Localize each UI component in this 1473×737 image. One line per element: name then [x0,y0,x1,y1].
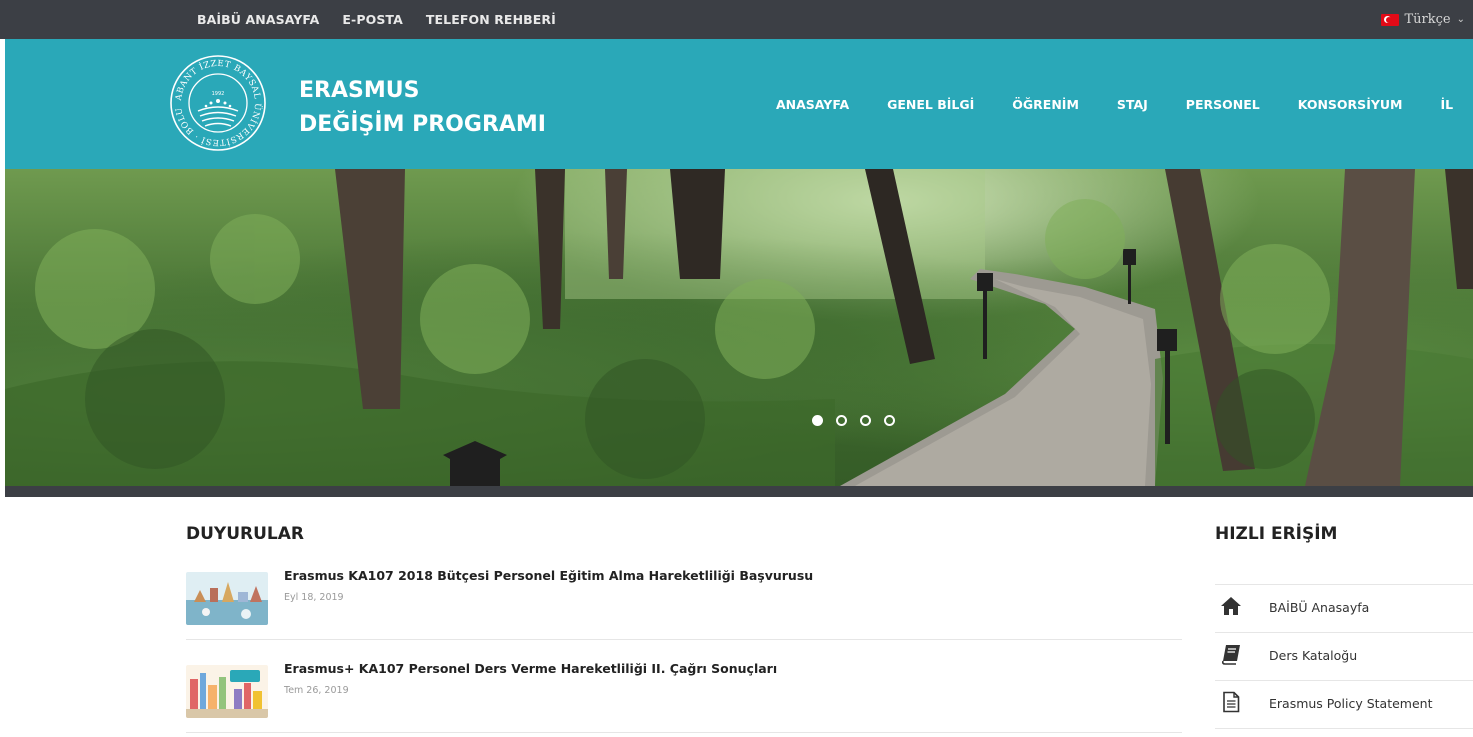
language-label: Türkçe [1404,12,1451,27]
brand-line-2: DEĞİŞİM PROGRAMI [299,112,546,137]
chevron-down-icon: ⌄ [1456,14,1465,25]
university-seal-icon: ABANT İZZET BAYSAL ÜNİVERSİTESİ · BOLU 1… [170,55,266,151]
svg-text:ABANT İZZET BAYSAL ÜNİVERSİTES: ABANT İZZET BAYSAL ÜNİVERSİTESİ · BOLU [174,59,264,148]
quick-access-item-course-catalog[interactable]: Ders Kataloğu [1215,632,1473,680]
home-icon [1220,595,1242,617]
list-item[interactable]: Erasmus+ KA107 Personel Ders Verme Harek… [186,653,1182,733]
announcements-list: Erasmus KA107 2018 Bütçesi Personel Eğit… [186,560,1182,733]
quick-access-list: BAİBÜ Anasayfa Ders Kataloğu Erasmus Pol… [1215,584,1473,737]
book-icon [1220,643,1242,665]
news-thumbnail[interactable] [186,665,268,718]
top-link-baibu-home[interactable]: BAİBÜ ANASAYFA [197,12,319,27]
hero-bottom-bar [5,486,1473,497]
hero-slider[interactable] [5,169,1473,486]
quick-access-label: Ders Kataloğu [1269,648,1358,663]
slider-dot-1[interactable] [812,415,823,426]
slider-dot-3[interactable] [860,415,871,426]
quick-access-label: Erasmus Policy Statement [1269,696,1433,711]
svg-text:1992: 1992 [212,91,225,97]
news-title[interactable]: Erasmus+ KA107 Personel Ders Verme Harek… [284,661,777,676]
nav-item-study[interactable]: ÖĞRENİM [1012,97,1079,112]
language-selector[interactable]: Türkçe ⌄ [1380,0,1465,39]
top-bar: BAİBÜ ANASAYFA E-POSTA TELEFON REHBERİ T… [0,0,1473,39]
news-date: Tem 26, 2019 [284,685,349,696]
site-header: ABANT İZZET BAYSAL ÜNİVERSİTESİ · BOLU 1… [5,39,1473,169]
top-link-email[interactable]: E-POSTA [342,12,402,27]
top-link-phone-directory[interactable]: TELEFON REHBERİ [426,12,556,27]
list-item[interactable]: Erasmus KA107 2018 Bütçesi Personel Eğit… [186,560,1182,640]
nav-item-home[interactable]: ANASAYFA [776,97,849,112]
announcements-title: DUYURULAR [186,524,305,544]
slider-pagination [812,415,895,426]
nav-item-contact[interactable]: İL [1440,97,1453,112]
turkish-flag-icon [1380,13,1399,26]
quick-access-item-policy-statement[interactable]: Erasmus Policy Statement [1215,680,1473,728]
main-nav: ANASAYFA GENEL BİLGİ ÖĞRENİM STAJ PERSON… [776,39,1453,169]
news-thumbnail[interactable] [186,572,268,625]
quick-access-title: HIZLI ERİŞİM [1215,524,1338,544]
site-brand[interactable]: ERASMUS DEĞİŞİM PROGRAMI [299,74,546,142]
top-links: BAİBÜ ANASAYFA E-POSTA TELEFON REHBERİ [197,0,556,39]
quick-access-label: BAİBÜ Anasayfa [1269,600,1370,615]
nav-item-internship[interactable]: STAJ [1117,97,1148,112]
nav-item-general-info[interactable]: GENEL BİLGİ [887,97,974,112]
quick-access-item-partial [1215,728,1473,737]
quick-access-item-home[interactable]: BAİBÜ Anasayfa [1215,584,1473,632]
slider-dot-2[interactable] [836,415,847,426]
slider-dot-4[interactable] [884,415,895,426]
news-date: Eyl 18, 2019 [284,592,344,603]
university-logo[interactable]: ABANT İZZET BAYSAL ÜNİVERSİTESİ · BOLU 1… [168,53,268,153]
brand-line-1: ERASMUS [299,78,420,103]
document-icon [1220,691,1242,713]
forest-path-image [5,169,1473,486]
news-title[interactable]: Erasmus KA107 2018 Bütçesi Personel Eğit… [284,568,813,583]
nav-item-consortium[interactable]: KONSORSİYUM [1298,97,1403,112]
nav-item-staff[interactable]: PERSONEL [1186,97,1260,112]
